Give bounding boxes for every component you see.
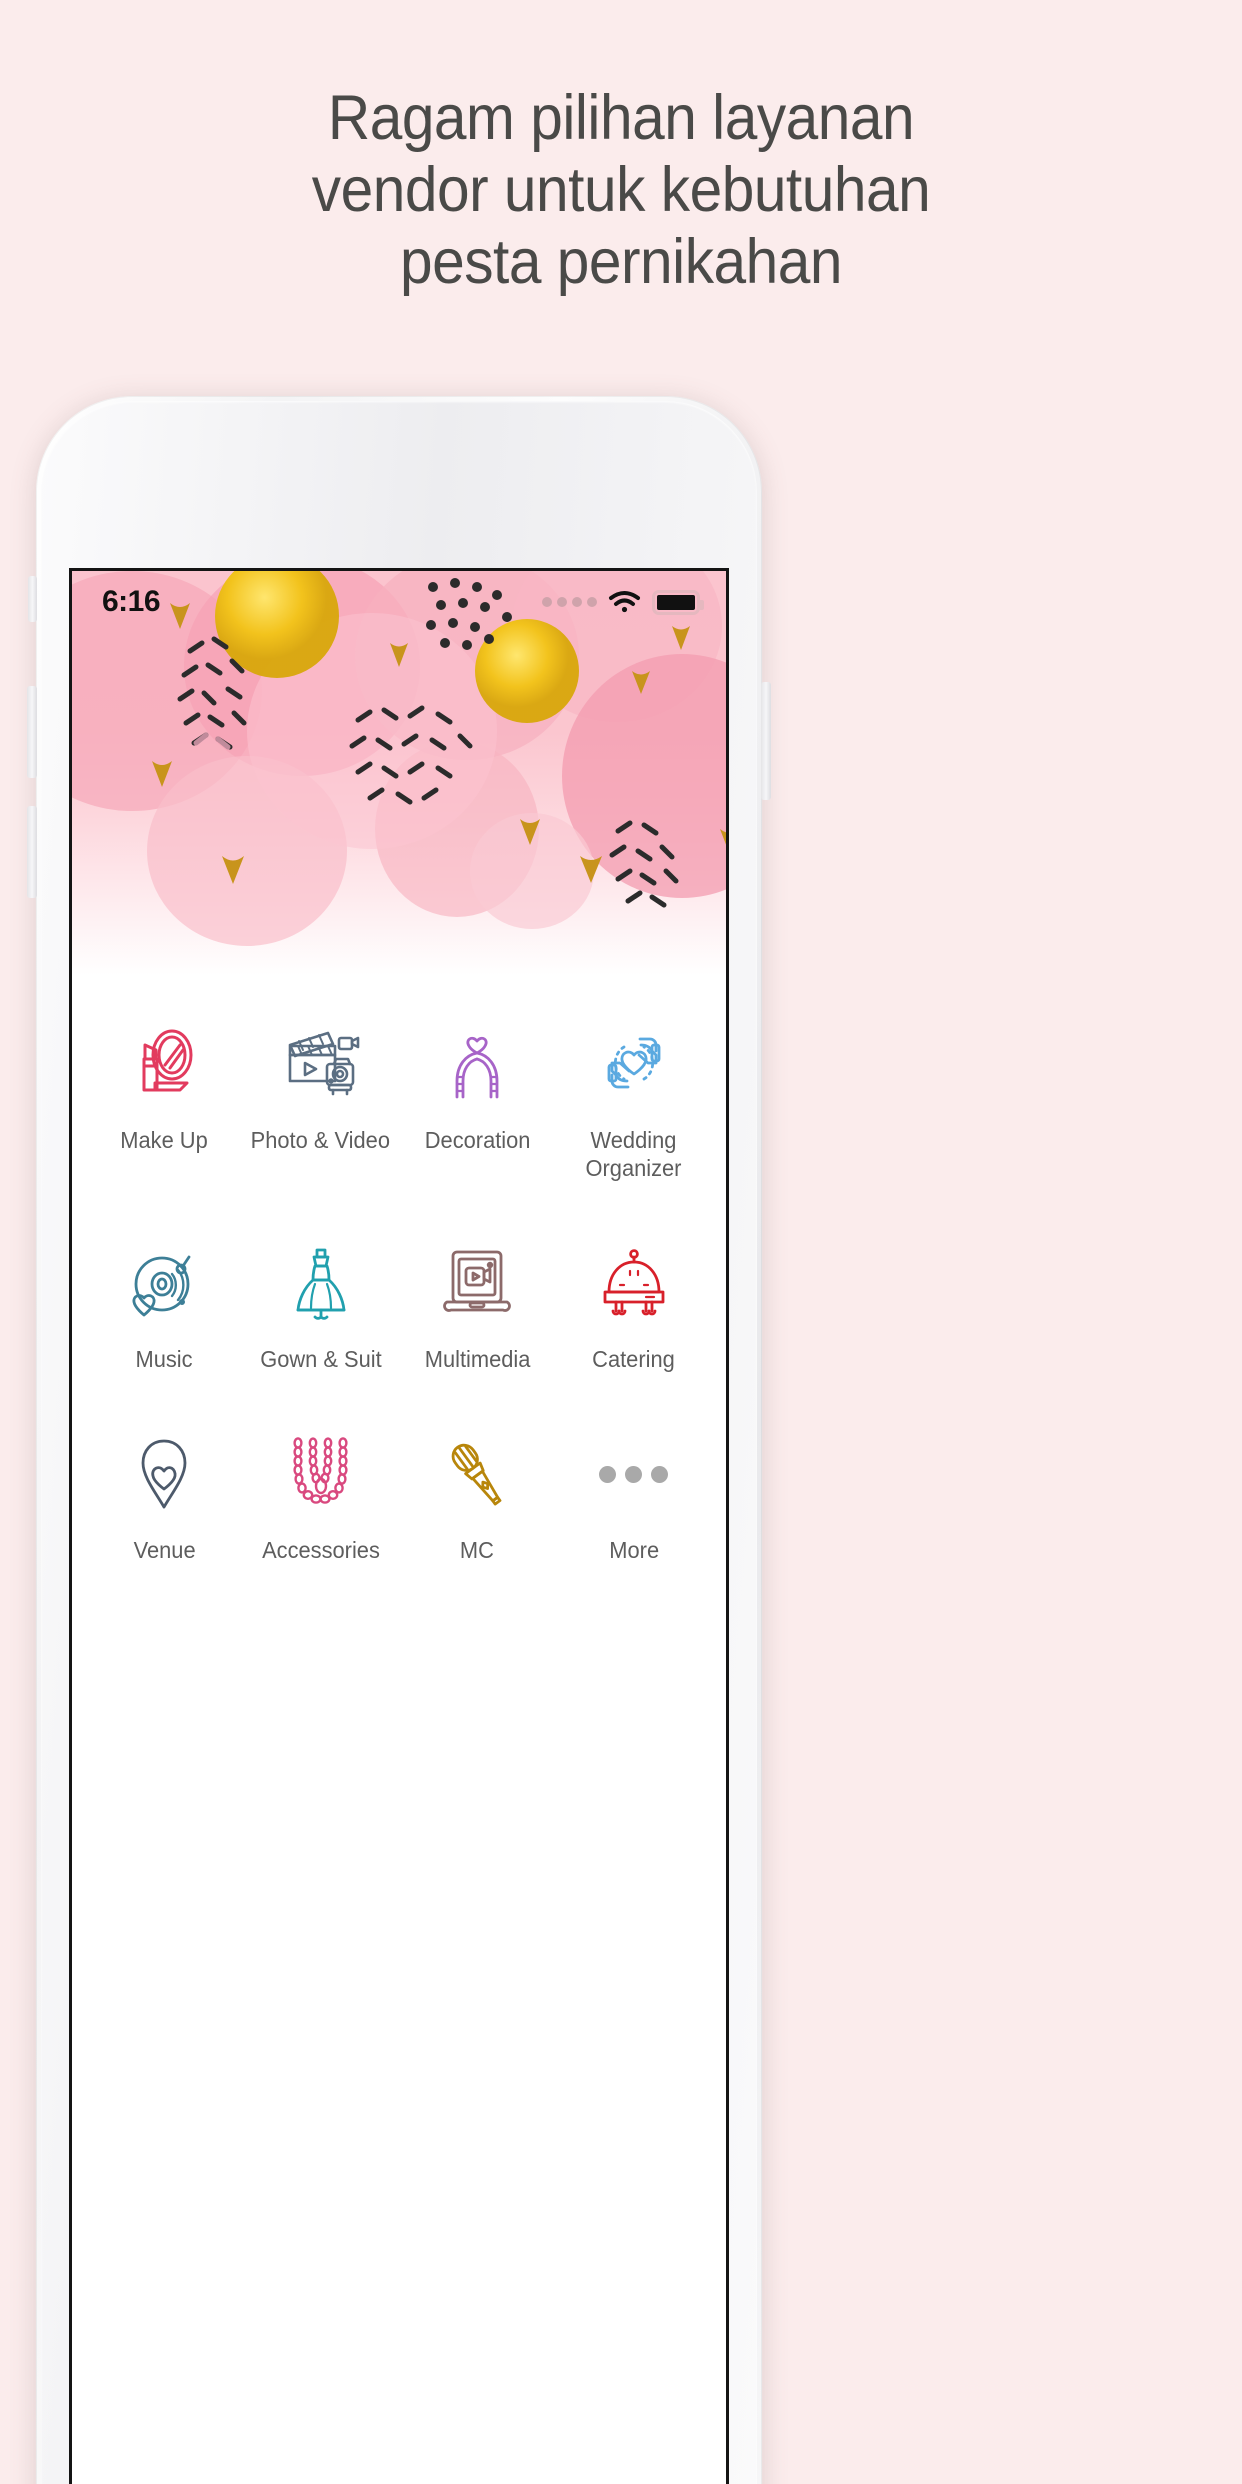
- category-label: Catering: [592, 1346, 676, 1373]
- category-wedding-organizer[interactable]: Wedding Organizer: [556, 1019, 713, 1182]
- status-time: 6:16: [102, 585, 161, 618]
- phone-screen: 6:16 Make Up Photo & Video Decoration We…: [69, 568, 729, 2484]
- category-label: Accessories: [261, 1537, 380, 1564]
- microphone-icon: [441, 1429, 513, 1519]
- category-label: Music: [135, 1346, 193, 1373]
- category-more[interactable]: More: [556, 1429, 713, 1564]
- phone-mockup: 6:16 Make Up Photo & Video Decoration We…: [27, 396, 771, 2484]
- category-music[interactable]: Music: [86, 1238, 243, 1373]
- status-bar: 6:16: [72, 571, 726, 633]
- category-label: Venue: [133, 1537, 196, 1564]
- laptop-video-icon: [439, 1238, 515, 1328]
- category-label: More: [608, 1537, 659, 1564]
- page-title: Ragam pilihan layanan vendor untuk kebut…: [43, 82, 1198, 298]
- category-label: Make Up: [120, 1127, 208, 1153]
- category-venue[interactable]: Venue: [86, 1429, 243, 1564]
- category-mc[interactable]: MC: [399, 1429, 556, 1564]
- category-label: MC: [460, 1537, 495, 1564]
- hands-heart-icon: [594, 1019, 674, 1109]
- headline-line-1: Ragam pilihan layanan: [327, 83, 915, 153]
- category-grid: Make Up Photo & Video Decoration Wedding…: [72, 975, 726, 1564]
- ellipsis-icon: [599, 1429, 669, 1519]
- category-label: Wedding Organizer: [585, 1127, 682, 1182]
- wifi-icon: [608, 590, 641, 614]
- category-decoration[interactable]: Decoration: [399, 1019, 556, 1182]
- cloche-tray-icon: [596, 1238, 672, 1328]
- vinyl-heart-icon: [126, 1238, 202, 1328]
- headline-line-2: vendor untuk kebutuhan: [311, 155, 931, 226]
- necklace-icon: [285, 1429, 357, 1519]
- signal-dots-icon: [542, 597, 597, 607]
- lipstick-mirror-icon: [125, 1019, 203, 1109]
- promo-page: Ragam pilihan layanan vendor untuk kebut…: [0, 0, 1242, 2484]
- status-icons: [542, 589, 704, 615]
- category-label: Decoration: [424, 1127, 531, 1153]
- dress-form-icon: [288, 1238, 354, 1328]
- volume-up-button[interactable]: [27, 686, 37, 778]
- banner-artwork: 6:16: [72, 571, 726, 975]
- location-pin-heart-icon: [134, 1429, 194, 1519]
- wedding-arch-icon: [442, 1019, 512, 1109]
- category-label: Multimedia: [424, 1346, 531, 1373]
- battery-full-icon: [652, 589, 704, 615]
- mute-switch[interactable]: [28, 576, 37, 622]
- headline-line-3: pesta pernikahan: [399, 227, 843, 298]
- category-make-up[interactable]: Make Up: [86, 1019, 243, 1182]
- category-catering[interactable]: Catering: [556, 1238, 713, 1373]
- category-label: Photo & Video: [251, 1127, 391, 1153]
- volume-down-button[interactable]: [27, 806, 37, 898]
- clapperboard-camera-icon: [281, 1019, 361, 1109]
- category-label: Gown & Suit: [260, 1346, 382, 1373]
- category-gown-suit[interactable]: Gown & Suit: [243, 1238, 400, 1373]
- category-multimedia[interactable]: Multimedia: [399, 1238, 556, 1373]
- category-photo-video[interactable]: Photo & Video: [243, 1019, 400, 1182]
- category-accessories[interactable]: Accessories: [243, 1429, 400, 1564]
- power-button[interactable]: [761, 682, 771, 800]
